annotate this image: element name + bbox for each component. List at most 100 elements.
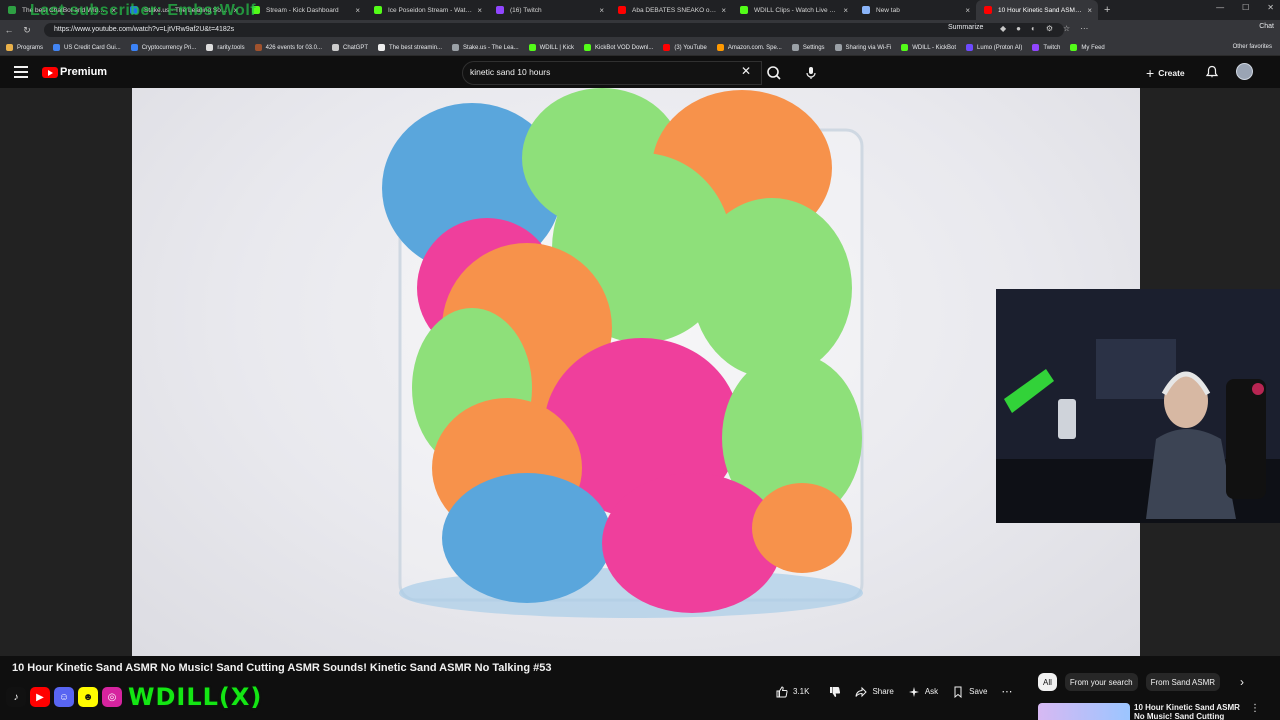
bookmark-item[interactable]: Amazon.com. Spe... bbox=[716, 44, 782, 51]
search-input[interactable] bbox=[470, 67, 730, 77]
bookmark-label: Sharing via Wi-Fi bbox=[845, 44, 892, 51]
save-button[interactable]: Save bbox=[952, 686, 987, 698]
browser-tab[interactable]: 10 Hour Kinetic Sand ASMR No M... × bbox=[976, 0, 1098, 20]
video-player[interactable] bbox=[132, 88, 1140, 656]
bookmark-item[interactable]: Stake.us - The Lea... bbox=[452, 44, 519, 51]
recommended-video-thumbnail[interactable] bbox=[1038, 703, 1130, 720]
filter-chip[interactable]: All bbox=[1038, 673, 1057, 691]
browser-tab[interactable]: Aba DEBATES SNEAKO on Friendsh... × bbox=[610, 0, 732, 20]
bookmark-item[interactable]: The best streamin... bbox=[378, 44, 442, 51]
browser-tab[interactable]: Ice Poseidon Stream - Watch Live... × bbox=[366, 0, 488, 20]
video-title: 10 Hour Kinetic Sand ASMR No Music! Sand… bbox=[12, 662, 552, 674]
bookmark-item[interactable]: Twitch bbox=[1032, 44, 1060, 51]
youtube-logo-icon[interactable] bbox=[42, 67, 58, 78]
chevron-right-icon[interactable]: › bbox=[1240, 675, 1244, 689]
notifications-button[interactable] bbox=[1205, 65, 1219, 79]
minimize-icon[interactable]: — bbox=[1216, 3, 1224, 12]
youtube-premium-label[interactable]: Premium bbox=[60, 66, 107, 78]
filter-chip[interactable]: From your search bbox=[1064, 673, 1138, 691]
tab-favicon-icon bbox=[496, 6, 504, 14]
bookmark-item[interactable]: WDILL - KickBot bbox=[901, 44, 956, 51]
bookmark-label: Cryptocurrency Pri... bbox=[141, 44, 197, 51]
voice-search-button[interactable] bbox=[803, 65, 819, 81]
browser-tab[interactable]: WDILL Clips - Watch Live on Kick × bbox=[732, 0, 854, 20]
bookmark-item[interactable]: Programs bbox=[6, 44, 43, 51]
account-avatar[interactable] bbox=[1236, 63, 1253, 80]
bookmark-item[interactable]: Sharing via Wi-Fi bbox=[834, 44, 892, 51]
bookmark-label: Twitch bbox=[1043, 44, 1061, 51]
ask-button[interactable]: Ask bbox=[908, 686, 938, 698]
like-button[interactable]: 3.1K bbox=[776, 685, 809, 698]
save-label: Save bbox=[969, 687, 988, 696]
recommended-video-title[interactable]: 10 Hour Kinetic Sand ASMR No Music! Sand… bbox=[1134, 703, 1246, 720]
extension-icon[interactable]: ● bbox=[1016, 24, 1021, 33]
bookmark-item[interactable]: KickBot VOD Downl... bbox=[583, 44, 653, 51]
extension-icon[interactable]: ☆ bbox=[1063, 24, 1070, 33]
bookmark-item[interactable]: Lumo (Proton AI) bbox=[966, 44, 1022, 51]
recommended-more-icon[interactable]: ⋮ bbox=[1250, 703, 1260, 714]
tab-close-icon[interactable]: × bbox=[721, 6, 726, 15]
extension-icon[interactable]: ⚙ bbox=[1046, 24, 1053, 33]
stream-overlay-socials: ♪ ▶ ☺ ☻ ◎ WDILL(X) bbox=[6, 683, 262, 711]
tab-close-icon[interactable]: × bbox=[111, 6, 116, 15]
webcam-scene bbox=[996, 289, 1280, 523]
tab-title: Stake.us - The Leading Social Ca... bbox=[144, 6, 230, 14]
bookmark-favicon-icon bbox=[791, 44, 799, 51]
bookmark-item[interactable]: US Credit Card Gui... bbox=[53, 44, 121, 51]
bookmark-item[interactable]: Cryptocurrency Pri... bbox=[130, 44, 197, 51]
extension-icon[interactable]: ◆ bbox=[1000, 24, 1006, 33]
tab-close-icon[interactable]: × bbox=[599, 6, 604, 15]
search-button[interactable] bbox=[762, 61, 786, 85]
browser-tab[interactable]: New tab × bbox=[854, 0, 976, 20]
bookmark-label: WDILL - KickBot bbox=[912, 44, 957, 51]
tab-close-icon[interactable]: × bbox=[355, 6, 360, 15]
copilot-chat-button[interactable]: Chat bbox=[1259, 23, 1274, 30]
filter-chip[interactable]: From Sand ASMR bbox=[1145, 673, 1221, 691]
stream-brand-text: WDILL(X) bbox=[128, 683, 263, 711]
browser-tab[interactable]: (16) Twitch × bbox=[488, 0, 610, 20]
maximize-icon[interactable]: ☐ bbox=[1242, 3, 1249, 12]
share-button[interactable]: Share bbox=[855, 686, 894, 698]
summarize-button[interactable]: Summarize bbox=[948, 24, 983, 31]
tab-close-icon[interactable]: × bbox=[233, 6, 238, 15]
tab-title: The best ChatBot and Widgets fo... bbox=[22, 6, 107, 14]
bookmark-favicon-icon bbox=[206, 44, 214, 51]
back-icon[interactable]: ← bbox=[0, 25, 18, 35]
tab-title: Aba DEBATES SNEAKO on Friendsh... bbox=[632, 6, 717, 14]
new-tab-button[interactable]: + bbox=[1104, 4, 1110, 16]
browser-tab[interactable]: Stream - Kick Dashboard × bbox=[244, 0, 366, 20]
browser-tab[interactable]: The best ChatBot and Widgets fo... × bbox=[0, 0, 122, 20]
bookmark-label: ChatGPT bbox=[343, 44, 369, 51]
bookmark-item[interactable]: 426 events for 03.0... bbox=[254, 44, 322, 51]
tab-close-icon[interactable]: × bbox=[477, 6, 482, 15]
browser-tab[interactable]: Stake.us - The Leading Social Ca...× bbox=[122, 0, 244, 20]
create-button[interactable]: + Create bbox=[1146, 65, 1185, 81]
hamburger-menu-icon[interactable] bbox=[14, 66, 28, 78]
close-window-icon[interactable]: ✕ bbox=[1267, 3, 1274, 12]
other-favorites[interactable]: Other favorites bbox=[1233, 44, 1272, 50]
extension-icon[interactable]: ◐ bbox=[1031, 24, 1036, 33]
bookmark-item[interactable]: My Feed bbox=[1070, 44, 1105, 51]
bookmark-item[interactable]: rarity.tools bbox=[206, 44, 245, 51]
tab-close-icon[interactable]: × bbox=[965, 6, 970, 15]
discord-icon: ☺ bbox=[54, 687, 74, 707]
tab-close-icon[interactable]: × bbox=[1087, 6, 1092, 15]
extension-icon[interactable]: ⋯ bbox=[1080, 24, 1088, 33]
bookmark-favicon-icon bbox=[583, 44, 591, 51]
bookmark-item[interactable]: Settings bbox=[791, 44, 825, 51]
url-field[interactable]: https://www.youtube.com/watch?v=LjtVRw9a… bbox=[44, 23, 1064, 37]
recommendation-chips: All From your search From Sand ASMR bbox=[1038, 673, 1221, 691]
dislike-button[interactable] bbox=[829, 686, 841, 698]
tab-close-icon[interactable]: × bbox=[843, 6, 848, 15]
bookmark-item[interactable]: ChatGPT bbox=[332, 44, 368, 51]
bookmark-item[interactable]: WDILL | Kick bbox=[528, 44, 574, 51]
reload-icon[interactable]: ↻ bbox=[18, 25, 36, 36]
pink-light bbox=[1252, 383, 1264, 395]
bookmark-label: Programs bbox=[17, 44, 44, 51]
tab-title: WDILL Clips - Watch Live on Kick bbox=[754, 6, 839, 14]
tab-title: Stream - Kick Dashboard bbox=[266, 6, 339, 14]
tab-favicon-icon bbox=[740, 6, 748, 14]
bookmark-item[interactable]: (3) YouTube bbox=[663, 44, 707, 51]
more-actions-icon[interactable]: ⋯ bbox=[1001, 685, 1012, 698]
clear-search-icon[interactable]: ✕ bbox=[741, 64, 751, 78]
